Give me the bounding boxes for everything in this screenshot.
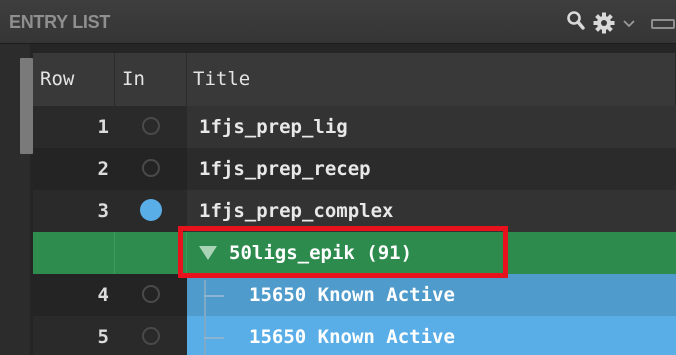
tree-connector-horizontal — [204, 295, 224, 297]
in-cell — [115, 274, 187, 316]
entry-title: 1fjs_prep_lig — [187, 106, 676, 148]
table-row[interactable]: 4 15650 Known Active — [33, 274, 676, 316]
table-row[interactable]: 5 15650 Known Active — [33, 316, 676, 355]
row-number: 4 — [33, 274, 115, 316]
scrollbar-thumb[interactable] — [20, 58, 33, 154]
entry-title: 15650 Known Active — [187, 274, 676, 316]
in-cell — [115, 190, 187, 232]
include-toggle[interactable] — [142, 285, 160, 303]
table-row[interactable]: 2 1fjs_prep_recep — [33, 148, 676, 190]
search-icon[interactable] — [566, 10, 586, 37]
group-row-number — [33, 232, 115, 274]
gear-icon[interactable] — [592, 11, 616, 40]
tree-connector-vertical — [204, 280, 206, 355]
include-toggle[interactable] — [140, 199, 162, 221]
entry-title: 1fjs_prep_recep — [187, 148, 676, 190]
chevron-down-icon[interactable] — [622, 16, 636, 34]
include-toggle[interactable] — [142, 159, 160, 177]
in-cell — [115, 106, 187, 148]
row-number: 5 — [33, 316, 115, 355]
include-toggle[interactable] — [142, 327, 160, 345]
entry-title-text: 15650 Known Active — [249, 326, 455, 348]
entry-title-text: 15650 Known Active — [249, 284, 455, 306]
row-number: 3 — [33, 190, 115, 232]
minimize-icon[interactable] — [650, 17, 676, 36]
row-number: 1 — [33, 106, 115, 148]
group-in-cell — [115, 232, 187, 274]
include-toggle[interactable] — [142, 117, 160, 135]
column-header-in[interactable]: In — [115, 53, 187, 106]
highlight-annotation — [178, 226, 508, 278]
table-row[interactable]: 1 1fjs_prep_lig — [33, 106, 676, 148]
column-header-row[interactable]: Row — [33, 53, 115, 106]
entry-list-panel: ENTRY LIST Row In Title 1 1fjs_prep_lig … — [0, 0, 676, 355]
in-cell — [115, 148, 187, 190]
in-cell — [115, 316, 187, 355]
tree-connector-horizontal — [204, 337, 224, 339]
panel-title: ENTRY LIST — [9, 12, 111, 32]
entry-title: 15650 Known Active — [187, 316, 676, 355]
column-header-title[interactable]: Title — [187, 53, 676, 106]
row-number: 2 — [33, 148, 115, 190]
panel-header: ENTRY LIST — [0, 0, 676, 44]
